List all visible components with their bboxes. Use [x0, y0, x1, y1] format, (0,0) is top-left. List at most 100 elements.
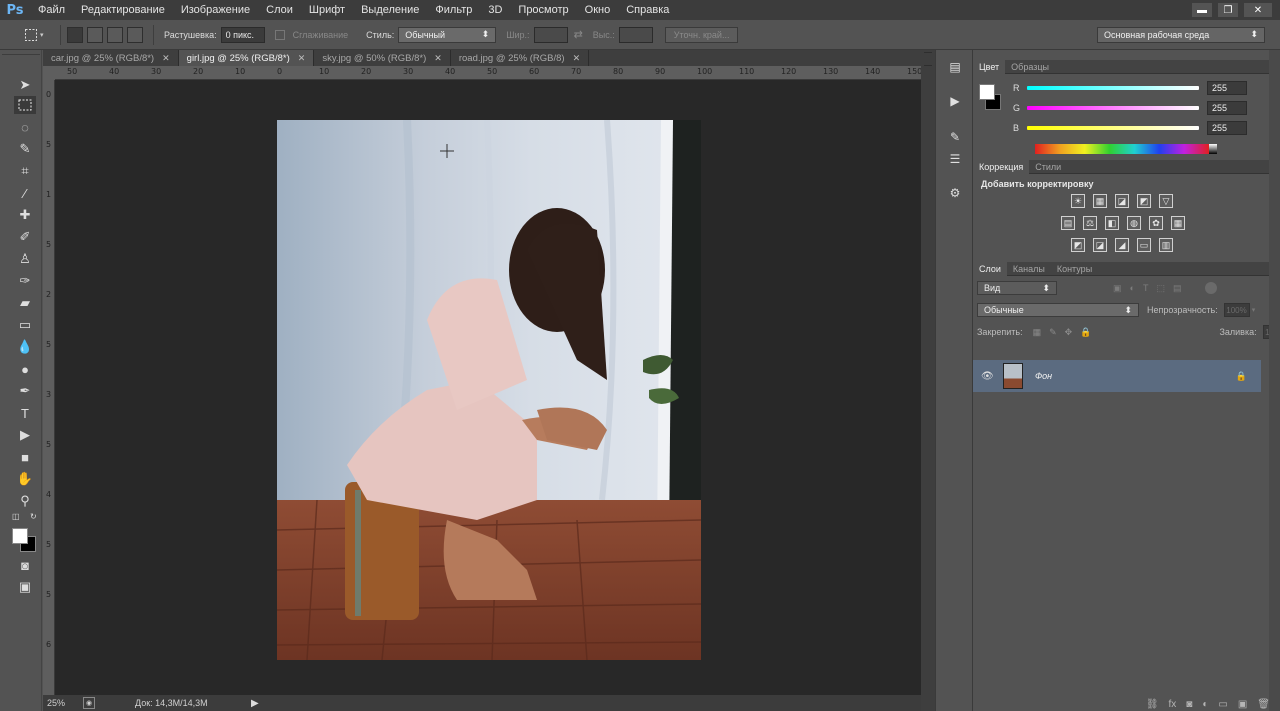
- new-selection-button[interactable]: [67, 26, 83, 43]
- levels-icon[interactable]: ▦: [1093, 194, 1107, 208]
- blur-tool-icon[interactable]: 💧: [14, 338, 36, 356]
- curves-icon[interactable]: ◪: [1115, 194, 1129, 208]
- slider-b[interactable]: B 255: [1013, 120, 1247, 136]
- layer-mask-icon[interactable]: ◙: [1186, 699, 1192, 710]
- filter-pixel-icon[interactable]: ▣: [1113, 283, 1122, 294]
- brightness-contrast-icon[interactable]: ☀: [1071, 194, 1085, 208]
- layer-filter-select[interactable]: Вид ⬍: [977, 281, 1057, 295]
- lock-position-icon[interactable]: ✥: [1065, 327, 1073, 338]
- healing-brush-tool-icon[interactable]: ✚: [14, 206, 36, 224]
- brush-tool-icon[interactable]: ✐: [14, 228, 36, 246]
- close-button[interactable]: ✕: [1244, 3, 1272, 17]
- path-selection-tool-icon[interactable]: ▶: [14, 426, 36, 444]
- posterize-icon[interactable]: ◪: [1093, 238, 1107, 252]
- restore-button[interactable]: ❐: [1218, 3, 1238, 17]
- refine-edge-button[interactable]: Уточн. край...: [664, 26, 739, 43]
- brush-presets-icon[interactable]: ✎: [944, 128, 966, 146]
- black-white-ramp[interactable]: [1209, 144, 1217, 154]
- quick-mask-icon[interactable]: ◙: [14, 556, 36, 574]
- type-tool-icon[interactable]: T: [14, 404, 36, 422]
- slider-value-b[interactable]: 255: [1207, 121, 1247, 135]
- lock-pixels-icon[interactable]: ✎: [1049, 327, 1057, 338]
- close-icon[interactable]: ✕: [162, 53, 170, 64]
- new-adjustment-layer-icon[interactable]: ◐: [1202, 699, 1208, 710]
- clone-stamp-tool-icon[interactable]: ♙: [14, 250, 36, 268]
- tab-car[interactable]: car.jpg @ 25% (RGB/8*) ✕: [43, 50, 179, 66]
- lasso-tool-icon[interactable]: ◌: [14, 118, 36, 136]
- slider-g[interactable]: G 255: [1013, 100, 1247, 116]
- minimize-button[interactable]: ▬: [1192, 3, 1212, 17]
- add-selection-button[interactable]: [87, 26, 103, 43]
- hue-saturation-icon[interactable]: ▤: [1061, 216, 1075, 230]
- layer-style-icon[interactable]: fx: [1169, 699, 1177, 710]
- move-tool-icon[interactable]: ➤: [14, 76, 36, 94]
- brush-panel-icon[interactable]: ☰: [944, 150, 966, 168]
- gradient-tool-icon[interactable]: ▭: [14, 316, 36, 334]
- selective-color-icon[interactable]: ▥: [1159, 238, 1173, 252]
- status-menu-arrow-icon[interactable]: ▶: [251, 698, 259, 709]
- invert-icon[interactable]: ◩: [1071, 238, 1085, 252]
- scroll-grip[interactable]: [924, 52, 932, 66]
- lock-all-icon[interactable]: 🔒: [1080, 327, 1091, 338]
- zoom-tool-icon[interactable]: ⚲: [14, 492, 36, 510]
- menu-file[interactable]: Файл: [30, 0, 73, 20]
- menu-type[interactable]: Шрифт: [301, 0, 353, 20]
- menu-layers[interactable]: Слои: [258, 0, 301, 20]
- tool-preset-picker[interactable]: ▾: [24, 24, 54, 46]
- status-info-icon[interactable]: ◉: [83, 697, 95, 709]
- slider-value-r[interactable]: 255: [1207, 81, 1247, 95]
- close-icon[interactable]: ✕: [573, 53, 581, 64]
- swap-colors-icon[interactable]: ↻: [30, 512, 40, 521]
- tab-color[interactable]: Цвет: [973, 59, 1006, 74]
- dodge-tool-icon[interactable]: ●: [14, 360, 36, 378]
- history-brush-tool-icon[interactable]: ✑: [14, 272, 36, 290]
- slider-track-b[interactable]: [1027, 126, 1199, 130]
- filter-toggle[interactable]: [1205, 282, 1218, 294]
- photo-filter-icon[interactable]: ◍: [1127, 216, 1141, 230]
- style-select[interactable]: Обычный ⬍: [398, 26, 497, 43]
- blend-mode-select[interactable]: Обычные ⬍: [977, 303, 1139, 317]
- actions-panel-icon[interactable]: ▶: [944, 92, 966, 110]
- canvas-viewport[interactable]: [55, 80, 921, 695]
- tab-road[interactable]: road.jpg @ 25% (RGB/8) ✕: [451, 50, 590, 66]
- slider-value-g[interactable]: 255: [1207, 101, 1247, 115]
- layer-name[interactable]: Фон: [1035, 371, 1052, 381]
- slider-track-g[interactable]: [1027, 106, 1199, 110]
- threshold-icon[interactable]: ◢: [1115, 238, 1129, 252]
- clone-source-icon[interactable]: ⚙: [944, 184, 966, 202]
- menu-view[interactable]: Просмотр: [510, 0, 576, 20]
- filter-smart-object-icon[interactable]: ▤: [1173, 283, 1182, 294]
- tab-sky[interactable]: sky.jpg @ 50% (RGB/8*) ✕: [314, 50, 451, 66]
- gradient-map-icon[interactable]: ▭: [1137, 238, 1151, 252]
- new-layer-icon[interactable]: ▣: [1238, 699, 1247, 710]
- close-icon[interactable]: ✕: [298, 53, 306, 64]
- menu-image[interactable]: Изображение: [173, 0, 258, 20]
- link-layers-icon[interactable]: ⛓: [1146, 699, 1159, 710]
- height-input[interactable]: [618, 26, 653, 43]
- exposure-icon[interactable]: ◩: [1137, 194, 1151, 208]
- eyedropper-tool-icon[interactable]: ⁄: [14, 184, 36, 202]
- slider-track-r[interactable]: [1027, 86, 1199, 90]
- filter-adjustment-icon[interactable]: ◐: [1130, 283, 1135, 294]
- tab-girl[interactable]: girl.jpg @ 25% (RGB/8*) ✕: [178, 50, 315, 66]
- foreground-color-swatch[interactable]: [12, 528, 28, 544]
- subtract-selection-button[interactable]: [107, 26, 123, 43]
- menu-filter[interactable]: Фильтр: [427, 0, 480, 20]
- new-group-icon[interactable]: ▭: [1218, 699, 1227, 710]
- tab-styles[interactable]: Стили: [1029, 160, 1067, 174]
- visibility-eye-icon[interactable]: 👁: [981, 371, 994, 382]
- zoom-level[interactable]: 25%: [43, 698, 83, 708]
- opacity-arrow-icon[interactable]: ▾: [1252, 306, 1256, 314]
- document-canvas[interactable]: [277, 120, 701, 660]
- filter-shape-icon[interactable]: ⬚: [1156, 283, 1165, 294]
- width-input[interactable]: [533, 26, 568, 43]
- color-balance-icon[interactable]: ⚖: [1083, 216, 1097, 230]
- tab-channels[interactable]: Каналы: [1007, 262, 1051, 276]
- filter-type-icon[interactable]: T: [1143, 283, 1149, 294]
- channel-mixer-icon[interactable]: ✿: [1149, 216, 1163, 230]
- menu-edit[interactable]: Редактирование: [73, 0, 173, 20]
- default-colors-icon[interactable]: ◫: [12, 512, 22, 521]
- vibrance-icon[interactable]: ▽: [1159, 194, 1173, 208]
- slider-r[interactable]: R 255: [1013, 80, 1247, 96]
- swap-dimensions-icon[interactable]: ⇄: [574, 28, 583, 41]
